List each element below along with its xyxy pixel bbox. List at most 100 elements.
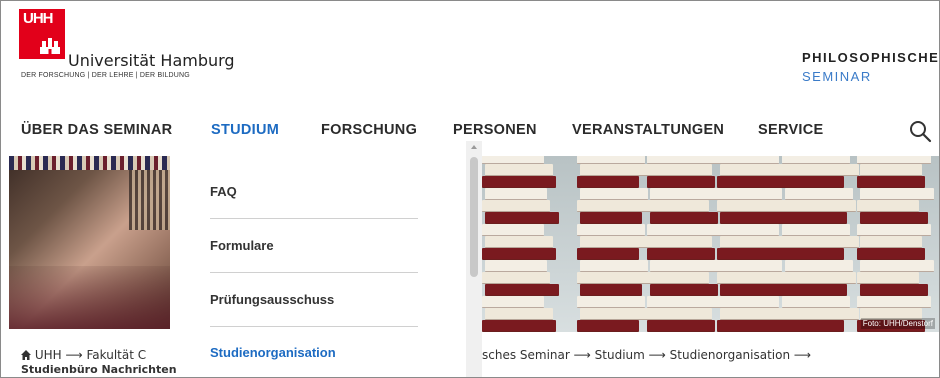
book-shape [485,212,559,224]
institute-subtitle[interactable]: SEMINAR [802,69,872,84]
book-shape [580,260,648,272]
breadcrumb-right[interactable]: sches Seminar ⟶ Studium ⟶ Studienorganis… [482,348,811,362]
logo-abbr: UHH [23,10,53,27]
browser-viewport: UHH Universität Hamburg DER FORSCHUNG | … [0,0,940,378]
nav-forschung[interactable]: FORSCHUNG [321,122,417,138]
book-shape [647,248,715,260]
book-shape [860,260,934,272]
book-shape [580,284,642,296]
hero-image-left [9,156,170,329]
book-shape [577,224,645,236]
book-shape [717,224,779,236]
bookshelf-shape [9,156,170,170]
dropdown-item-studienorganisation[interactable]: Studienorganisation [210,345,336,360]
breadcrumb-left[interactable]: UHH ⟶ Fakultät C [21,348,146,362]
institute-title[interactable]: PHILOSOPHISCHES [802,50,939,65]
book-shape [485,236,553,248]
book-shape [720,308,788,320]
book-shape [782,176,844,188]
book-shape [580,188,648,200]
book-shape [485,308,553,320]
book-shape [785,284,847,296]
studium-dropdown-menu: FAQ Formulare Prüfungsausschuss Studieno… [170,156,466,377]
book-shape [720,164,788,176]
nav-studium[interactable]: STUDIUM [211,122,279,138]
book-shape [785,164,859,176]
book-shape [857,176,925,188]
book-shape [650,164,712,176]
book-shape [482,200,550,212]
book-shape [650,308,712,320]
breadcrumb-text-left[interactable]: UHH ⟶ Fakultät C [35,348,146,362]
book-shape [857,156,931,164]
book-shape [485,188,547,200]
book-shape [577,176,639,188]
book-shape [647,272,709,284]
book-shape [647,156,721,164]
book-shape [482,248,556,260]
book-shape [577,320,639,332]
book-shape [717,272,785,284]
book-shape [577,296,645,308]
book-shape [860,236,922,248]
book-shape [782,320,844,332]
book-shape [577,156,645,164]
dropdown-divider [210,218,418,219]
book-shape [647,224,721,236]
book-shape [482,176,556,188]
book-shape [857,248,925,260]
book-shape [577,272,651,284]
photo-shadow [9,266,170,329]
scrollbar-thumb[interactable] [470,157,478,277]
book-shape [650,188,724,200]
book-shape [717,296,779,308]
book-shape [860,212,928,224]
uhh-logo[interactable]: UHH [19,9,65,59]
book-shape [857,296,931,308]
book-shape [580,308,654,320]
book-shape [782,296,850,308]
home-icon[interactable] [21,350,31,360]
book-shape [482,272,550,284]
book-shape [860,188,934,200]
book-shape [577,200,651,212]
book-shape [647,296,721,308]
nav-service[interactable]: SERVICE [758,122,824,138]
book-shape [782,156,850,164]
castle-icon [40,38,60,54]
dropdown-item-pruefungsausschuss[interactable]: Prüfungsausschuss [210,292,334,307]
book-shape [782,248,844,260]
book-shape [650,260,724,272]
book-shape [785,260,853,272]
book-shape [720,212,794,224]
university-name[interactable]: Universität Hamburg [68,51,235,70]
book-shape [580,164,654,176]
book-shape [485,164,553,176]
book-shape [485,260,547,272]
book-shape [860,164,922,176]
nav-veranstaltungen[interactable]: VERANSTALTUNGEN [572,122,724,138]
book-shape [482,296,544,308]
book-shape [857,272,919,284]
nav-personen[interactable]: PERSONEN [453,122,537,138]
book-shape [785,308,859,320]
scroll-up-icon[interactable] [471,145,477,149]
book-shape [785,236,859,248]
dropdown-divider [210,272,418,273]
book-shape [857,200,919,212]
bookshelf-shape [129,170,170,230]
hero-image-books: Foto: UHH/Denstorf [482,156,939,332]
book-shape [720,236,788,248]
dropdown-item-formulare[interactable]: Formulare [210,238,274,253]
book-shape [482,156,544,164]
book-shape [647,320,715,332]
book-shape [647,176,715,188]
search-icon[interactable] [908,119,932,143]
nav-ueber-das-seminar[interactable]: ÜBER DAS SEMINAR [21,122,172,138]
dropdown-item-faq[interactable]: FAQ [210,184,237,199]
dropdown-scrollbar[interactable] [466,141,482,377]
university-tagline: DER FORSCHUNG | DER LEHRE | DER BILDUNG [21,72,190,79]
book-shape [860,284,928,296]
book-shape [485,284,559,296]
book-shape [720,284,794,296]
